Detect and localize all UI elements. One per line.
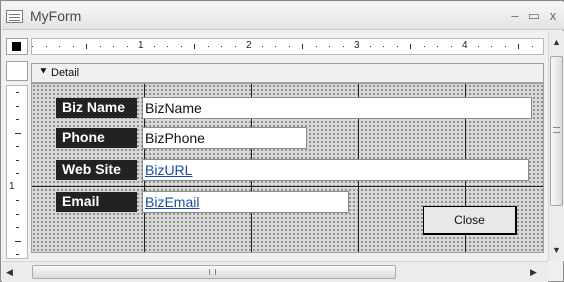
ruler-tick [383,46,384,47]
scroll-left-arrow-icon[interactable]: ◀ [6,266,18,278]
ruler-tick [329,46,330,47]
section-selector[interactable] [6,61,28,81]
horizontal-scrollbar[interactable]: ◀ ▶ [2,261,548,282]
vertical-ruler-tick [16,119,19,120]
ruler-tick [491,46,492,47]
ruler-tick [167,46,168,47]
form-view-icon [6,10,23,23]
close-window-button[interactable]: x [545,8,561,24]
ruler-tick [316,46,317,47]
vertical-ruler[interactable]: 1 [6,85,28,259]
horizontal-scroll-thumb[interactable] [32,265,396,279]
vertical-ruler-tick [16,200,19,201]
ruler-tick [289,46,290,47]
ruler-tick [100,46,101,47]
ruler-tick [154,46,155,47]
ruler-tick [505,46,506,47]
label-web-site[interactable]: Web Site [56,160,137,180]
textbox-email[interactable]: BizEmail [142,191,349,213]
ruler-tick [302,44,303,49]
ruler-tick [532,46,533,47]
ruler-tick [451,46,452,47]
horizontal-ruler[interactable]: 1 2 3 4 [31,38,544,55]
title-bar[interactable]: MyForm – ▭ x [2,2,564,30]
detail-section-bar[interactable]: ⯆ Detail [31,63,544,83]
ruler-tick [235,46,236,47]
label-email[interactable]: Email [56,192,137,212]
textbox-biz-name[interactable]: BizName [142,97,532,119]
scroll-up-arrow-icon[interactable]: ▲ [549,35,564,49]
ruler-tick [46,46,47,47]
vertical-ruler-tick [16,160,19,161]
ruler-number: 1 [138,40,144,51]
ruler-tick [86,44,87,49]
ruler-number: 2 [246,40,252,51]
ruler-tick [343,46,344,47]
ruler-tick [59,46,60,47]
vertical-ruler-number: 1 [9,181,15,192]
scroll-grip-icon [209,269,216,275]
form-design-window: MyForm – ▭ x 1 2 3 4 ▲ ▼ 1 ⯆ Detail Biz … [0,0,564,282]
ruler-tick [478,46,479,47]
vertical-scroll-thumb[interactable] [550,56,563,206]
ruler-tick [73,46,74,47]
ruler-tick [424,46,425,47]
ruler-tick [262,46,263,47]
ruler-tick [410,44,411,49]
ruler-tick [275,46,276,47]
ruler-tick [221,46,222,47]
minimize-button[interactable]: – [507,8,523,24]
ruler-tick [194,44,195,49]
vertical-ruler-tick [15,133,21,134]
ruler-tick [208,46,209,47]
section-label: Detail [51,67,80,79]
ruler-tick [397,46,398,47]
vertical-ruler-tick [16,254,19,255]
window-title: MyForm [30,8,82,24]
ruler-tick [437,46,438,47]
ruler-tick [518,44,519,49]
vertical-ruler-tick [16,146,19,147]
vertical-ruler-tick [15,241,21,242]
ruler-tick [127,46,128,47]
label-phone[interactable]: Phone [56,128,137,148]
ruler-number: 3 [354,40,360,51]
restore-button[interactable]: ▭ [526,8,542,24]
label-biz-name[interactable]: Biz Name [56,98,137,118]
textbox-web-site[interactable]: BizURL [142,159,529,181]
vertical-ruler-tick [16,92,19,93]
textbox-phone[interactable]: BizPhone [142,127,307,149]
vertical-ruler-tick [16,106,19,107]
ruler-tick [113,46,114,47]
ruler-number: 4 [462,40,468,51]
section-collapse-icon: ⯆ [39,66,48,78]
vertical-scrollbar[interactable]: ▲ ▼ [548,31,564,261]
vertical-ruler-tick [16,214,19,215]
ruler-tick [32,46,33,47]
scroll-right-arrow-icon[interactable]: ▶ [530,266,542,278]
vertical-ruler-tick [16,173,19,174]
scroll-grip-icon [553,127,560,133]
vertical-ruler-tick [16,227,19,228]
scroll-down-arrow-icon[interactable]: ▼ [549,243,564,257]
close-button[interactable]: Close [423,206,517,235]
form-selector-box[interactable] [6,38,28,55]
ruler-tick [181,46,182,47]
ruler-tick [370,46,371,47]
